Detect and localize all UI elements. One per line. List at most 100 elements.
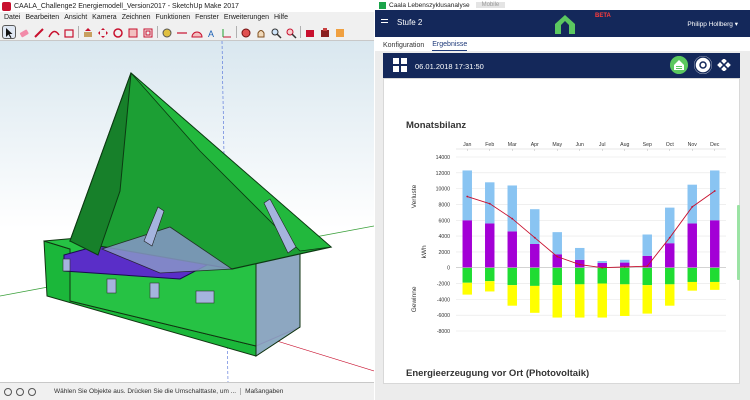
menu-datei[interactable]: Datei [4,14,20,21]
eraser-icon[interactable] [18,26,30,38]
menu-zeichnen[interactable]: Zeichnen [122,14,151,21]
orbit-icon[interactable] [240,26,252,38]
axes-icon[interactable] [221,26,233,38]
caala-tabs: Konfiguration Ergebnisse [375,37,750,51]
menu-funktionen[interactable]: Funktionen [155,14,190,21]
y-tick-label: 2000 [438,250,450,256]
extension-icon[interactable] [319,26,331,38]
demand-line-point [466,195,469,198]
push-pull-icon[interactable] [82,26,94,38]
stage-label: Stufe 2 [397,18,423,27]
tape-measure-icon[interactable] [161,26,173,38]
demand-line [467,190,716,269]
x-tick-label: May [552,142,562,148]
rotate-icon[interactable] [112,26,124,38]
offset-icon[interactable] [142,26,154,38]
demand-line-point [713,190,716,192]
credits-icon[interactable] [16,387,24,396]
menu-erweiterungen[interactable]: Erweiterungen [224,14,269,21]
beta-badge: BETA [595,13,611,19]
demand-line-point [668,236,671,239]
shape-icon[interactable] [63,26,75,38]
bar-gain-segment [575,267,585,285]
menu-bearbeiten[interactable]: Bearbeiten [25,14,59,21]
tab-konfiguration[interactable]: Konfiguration [383,42,424,51]
pencil-icon[interactable] [33,26,45,38]
sketchup-app-icon [2,1,11,11]
section-title-monatsbilanz: Monatsbilanz [406,120,467,131]
bar-loss-segment [530,244,540,268]
menu-hilfe[interactable]: Hilfe [274,14,288,21]
caala-header: Stufe 2 BETA Philipp Hollberg ▾ [375,10,750,37]
bar-gain-segment [687,267,697,282]
bar-loss-segment [710,170,720,221]
bar-gain-segment [552,267,562,286]
y-tick-label: 12000 [436,171,451,177]
sketchup-titlebar[interactable]: CAALA_Challenge2 Energiemodell_Version20… [0,0,374,12]
bar-gain-segment [665,284,675,306]
geo-location-icon[interactable] [4,387,12,396]
x-tick-label: Jul [599,142,606,148]
x-tick-label: Oct [666,142,675,148]
caala-bottom-bar [375,384,750,400]
menu-fenster[interactable]: Fenster [195,14,219,21]
y-tick-label: 0 [447,266,450,272]
bar-loss-segment [552,232,562,255]
panel-scrollbar[interactable] [737,205,740,280]
hamburger-menu-icon[interactable] [381,19,388,26]
sketchup-3d-viewport[interactable] [0,41,374,382]
protractor-icon[interactable] [191,26,203,38]
help-icon[interactable] [28,387,36,396]
pan-icon[interactable] [255,26,267,38]
lifecycle-icon[interactable] [694,56,712,74]
layout-icon[interactable] [334,26,346,38]
bar-gain-segment [462,267,472,283]
zoom-extents-icon[interactable] [285,26,297,39]
grid-view-icon[interactable] [393,58,407,72]
results-toolbar: 06.01.2018 17:31:50 [383,53,740,78]
zoom-icon[interactable] [270,26,282,39]
user-menu[interactable]: Philipp Hollberg ▾ [687,20,738,28]
bar-loss-segment [507,185,517,232]
arc-icon[interactable] [48,26,60,38]
bar-loss-segment [597,261,607,263]
menu-ansicht[interactable]: Ansicht [64,14,87,21]
x-tick-label: Mar [508,142,517,148]
bar-loss-segment [462,170,472,221]
monthly-balance-chart: 14000 12000 10000 8000 6000 4000 2000 0 -2000 -40… [411,142,726,335]
bar-loss-segment [620,259,630,263]
dimension-icon[interactable] [176,26,188,38]
sketchup-menubar: Datei Bearbeiten Ansicht Kamera Zeichnen… [0,12,374,23]
x-tick-label: Apr [531,142,539,148]
results-panel: Monatsbilanz 14000 12000 10000 8000 6000 4000… [383,78,740,384]
bar-loss-segment [507,231,517,268]
bar-gain-segment [597,267,607,284]
scale-icon[interactable] [127,26,139,38]
caala-app-icon [379,1,386,9]
menu-kamera[interactable]: Kamera [92,14,117,21]
bar-gain-segment [507,285,517,306]
bar-loss-segment [462,220,472,268]
demand-line-point [646,265,649,268]
x-tick-label: Nov [688,142,698,148]
bar-gain-segment [710,267,720,282]
house-report-icon[interactable] [670,56,688,74]
caala-window: Caala Lebenszyklusanalyse Mobile Stufe 2… [375,0,750,400]
demand-line-point [578,263,581,266]
caala-inactive-tab[interactable]: Mobile [475,2,506,8]
bar-gain-segment [485,267,495,282]
text-icon[interactable]: A [206,26,218,39]
warehouse-icon[interactable] [304,26,316,38]
tab-ergebnisse[interactable]: Ergebnisse [432,41,468,51]
caala-window-title: Caala Lebenszyklusanalyse [389,1,470,9]
select-icon[interactable] [2,24,16,39]
caala-titlebar[interactable]: Caala Lebenszyklusanalyse Mobile [375,0,750,10]
move-icon[interactable] [97,26,109,38]
house-model[interactable] [0,41,374,382]
sketchup-toolbar: A [0,23,374,41]
x-tick-label: Aug [620,142,629,148]
options-diamond-icon[interactable] [717,59,731,71]
bar-loss-segment [687,223,697,268]
y-tick-label: -6000 [437,313,450,319]
y-tick-label: -8000 [437,329,450,335]
